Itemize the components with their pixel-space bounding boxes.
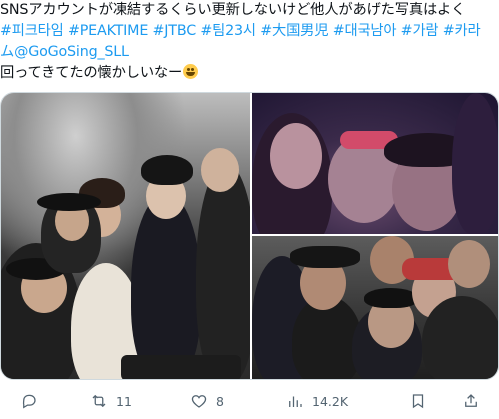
hashtag-link[interactable]: #피크타임: [0, 23, 64, 39]
hashtag-link[interactable]: #팀23시: [200, 23, 256, 39]
bookmark-icon: [412, 394, 424, 409]
hashtag-link[interactable]: #JTBC: [153, 23, 197, 39]
tweet-line-3: ム@GoGoSing_SLL: [0, 42, 499, 63]
tweet-line-2: #피크타임 #PEAKTIME #JTBC #팀23시 #大国男児 #대국남아 …: [0, 21, 499, 42]
hashtag-link[interactable]: #대국남아: [333, 23, 397, 39]
like-button[interactable]: 8: [190, 390, 224, 412]
media-grid: [0, 92, 499, 380]
mention-link[interactable]: @GoGoSing_SLL: [14, 44, 129, 60]
tweet-action-bar: 11 8 14.2K: [0, 386, 499, 416]
retweet-icon: [92, 394, 106, 408]
grinning-face-icon: [183, 64, 199, 79]
tweet-line-4-text: 回ってきてたの懐かしいなー: [0, 65, 183, 81]
like-count: 8: [216, 393, 224, 409]
hashtag-link[interactable]: #가람: [401, 23, 439, 39]
retweet-button[interactable]: 11: [90, 390, 132, 412]
share-button[interactable]: [462, 390, 480, 412]
hashtag-link[interactable]: #PEAKTIME: [68, 23, 148, 39]
photo-group-festival[interactable]: [1, 93, 250, 379]
views-icon: [289, 396, 302, 407]
bookmark-button[interactable]: [409, 390, 427, 412]
tweet-text: SNSアカウントが凍結するくらい更新しないけど他人があげた写真はよく #피크타임…: [0, 0, 499, 84]
views-count: 14.2K: [312, 393, 349, 409]
hashtag-link[interactable]: #大国男児: [260, 23, 328, 39]
photo-purple-selfie[interactable]: [252, 93, 498, 234]
like-icon: [191, 395, 207, 408]
retweet-count: 11: [116, 393, 132, 409]
tweet-line-4: 回ってきてたの懐かしいなー: [0, 63, 499, 84]
reply-icon: [22, 394, 36, 409]
hashtag-link[interactable]: #카라: [443, 23, 481, 39]
share-icon: [465, 394, 477, 407]
views-button[interactable]: 14.2K: [286, 390, 348, 412]
reply-button[interactable]: [20, 390, 46, 412]
hashtag-link-tail[interactable]: ム: [0, 44, 14, 60]
photo-peace-sign-group[interactable]: [252, 236, 498, 379]
tweet-line-1: SNSアカウントが凍結するくらい更新しないけど他人があげた写真はよく: [0, 2, 466, 18]
